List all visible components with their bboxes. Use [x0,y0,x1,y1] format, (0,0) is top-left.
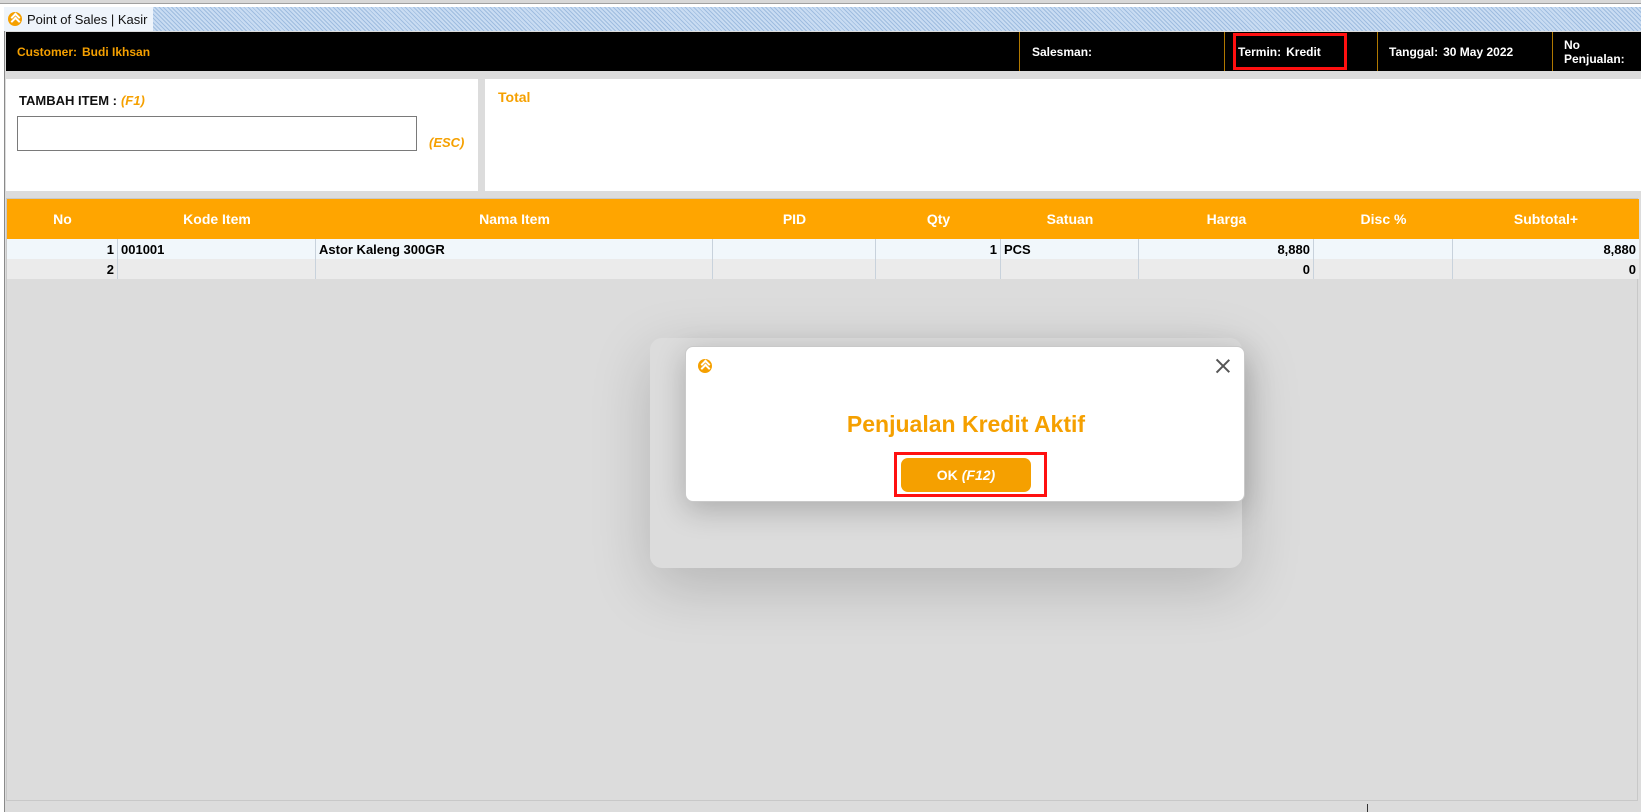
column-header-no[interactable]: No [7,199,118,239]
add-item-label-text: TAMBAH ITEM : [19,93,117,108]
customer-field: Customer: Budi Ikhsan [17,32,150,71]
cell-pid[interactable] [713,239,876,259]
info-bar: Customer: Budi Ikhsan Salesman: Termin: … [6,32,1641,71]
cell-kode-item[interactable] [118,259,316,279]
bottom-tick [1367,804,1368,812]
column-header-satuan[interactable]: Satuan [1001,199,1139,239]
cell-pid[interactable] [713,259,876,279]
salesman-label: Salesman: [1032,44,1093,59]
cell-nama-item[interactable] [316,259,713,279]
window-title: Point of Sales | Kasir [27,11,148,27]
cell-nama-item[interactable]: Astor Kaleng 300GR [316,239,713,259]
dialog-message: Penjualan Kredit Aktif [846,411,1086,437]
column-header-kode-item[interactable]: Kode Item [118,199,316,239]
info-separator [1224,32,1225,71]
add-item-label: TAMBAH ITEM : (F1) [19,93,145,108]
ok-button-shortcut: (F12) [961,467,996,483]
app-logo-icon [8,12,22,26]
ok-button[interactable]: OK (F12) [901,458,1031,492]
salesman-field: Salesman: [1032,32,1097,71]
cell-subtotal[interactable]: 0 [1453,259,1639,279]
cell-qty[interactable]: 1 [876,239,1001,259]
esc-shortcut-label[interactable]: (ESC) [429,135,464,150]
total-label: Total [498,89,531,105]
total-panel: Total [485,79,1641,191]
column-header-nama-item[interactable]: Nama Item [316,199,713,239]
tanggal-label: Tanggal: [1389,44,1439,59]
column-header-subtotal[interactable]: Subtotal+ [1453,199,1639,239]
close-icon[interactable] [1214,357,1232,375]
alert-dialog: Penjualan Kredit Aktif OK (F12) [685,346,1245,502]
info-separator [1552,32,1553,71]
column-header-pid[interactable]: PID [713,199,876,239]
cell-harga[interactable]: 8,880 [1139,239,1314,259]
no-penjualan-field: No Penjualan: [1564,32,1641,71]
app-logo-icon [698,359,712,373]
top-strip [0,0,1641,4]
customer-value: Budi Ikhsan [82,44,151,59]
table-row[interactable]: 1 001001 Astor Kaleng 300GR 1 PCS 8,880 … [7,239,1639,259]
no-penjualan-label: No Penjualan: [1564,37,1625,66]
cell-kode-item[interactable]: 001001 [118,239,316,259]
add-item-input[interactable] [17,116,417,151]
cell-disc[interactable] [1314,239,1453,259]
add-item-shortcut: (F1) [120,93,145,108]
add-item-panel: TAMBAH ITEM : (F1) (ESC) [6,79,478,191]
ok-button-label: OK [936,467,958,483]
info-separator [1019,32,1020,71]
cell-no[interactable]: 1 [7,239,118,259]
cell-subtotal[interactable]: 8,880 [1453,239,1639,259]
window-title-tab: Point of Sales | Kasir [4,7,154,31]
cell-no[interactable]: 2 [7,259,118,279]
tanggal-value: 30 May 2022 [1443,44,1514,59]
cell-harga[interactable]: 0 [1139,259,1314,279]
cell-satuan[interactable] [1001,259,1139,279]
termin-highlight-box [1233,33,1347,70]
column-header-qty[interactable]: Qty [876,199,1001,239]
table-header: No Kode Item Nama Item PID Qty Satuan Ha… [7,199,1639,239]
cell-disc[interactable] [1314,259,1453,279]
table-row[interactable]: 2 0 0 [7,259,1639,279]
column-header-harga[interactable]: Harga [1139,199,1314,239]
window-titlebar[interactable]: Point of Sales | Kasir [4,7,1641,31]
info-separator [1377,32,1378,71]
tanggal-field: Tanggal: 30 May 2022 [1389,32,1513,71]
column-header-disc[interactable]: Disc % [1314,199,1453,239]
cell-qty[interactable] [876,259,1001,279]
cell-satuan[interactable]: PCS [1001,239,1139,259]
customer-label: Customer: [17,44,78,59]
